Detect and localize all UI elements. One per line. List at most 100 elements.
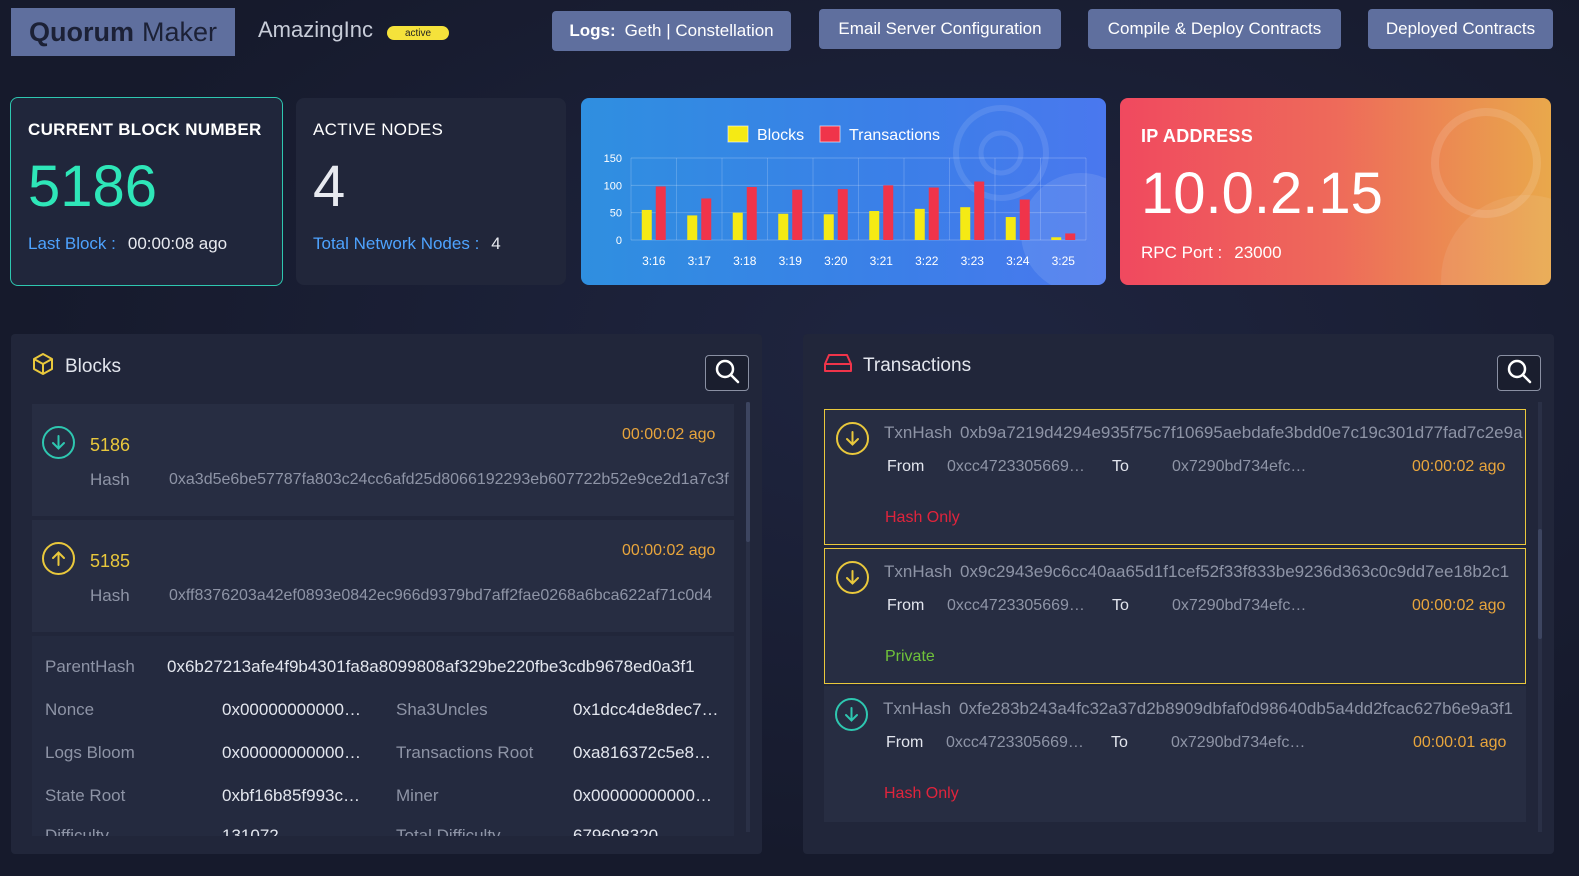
ip-address-value: 10.0.2.15 xyxy=(1141,161,1383,226)
transaction-list-item[interactable]: TxnHash 0x9c2943e9c6cc40aa65d1f1cef52f33f… xyxy=(824,548,1526,684)
from-address[interactable]: 0xcc4723305669a1b2 xyxy=(946,734,1086,752)
search-icon xyxy=(1506,358,1532,389)
legend-swatch-transactions xyxy=(819,125,841,143)
current-block-card: CURRENT BLOCK NUMBER 5186 Last Block : 00… xyxy=(10,97,283,286)
arrow-down-icon xyxy=(835,698,868,731)
to-address[interactable]: 0x7290bd734efc9d31 xyxy=(1171,734,1307,752)
block-hash-value: 0xa3d5e6be57787fa803c24cc6afd25d80661922… xyxy=(169,471,729,488)
deployed-contracts-button[interactable]: Deployed Contracts xyxy=(1368,9,1553,49)
txn-status: Hash Only xyxy=(884,785,959,802)
difficulty-label: Difficulty xyxy=(45,826,109,836)
nonce-label: Nonce xyxy=(45,700,95,719)
transactions-bar xyxy=(837,189,848,240)
email-config-button[interactable]: Email Server Configuration xyxy=(819,9,1061,49)
total-nodes-value: 4 xyxy=(491,234,501,253)
to-address[interactable]: 0x7290bd734efc9d31 xyxy=(1172,597,1308,615)
arrow-down-icon xyxy=(42,426,75,459)
total-nodes-line: Total Network Nodes : 4 xyxy=(313,234,501,254)
blocks-bar xyxy=(960,207,971,240)
blocks-bar xyxy=(914,208,925,240)
active-nodes-card: ACTIVE NODES 4 Total Network Nodes : 4 xyxy=(296,98,566,285)
arrow-down-icon xyxy=(836,422,869,455)
block-hash-label: Hash xyxy=(90,470,130,489)
transactions-bar xyxy=(1065,233,1076,240)
last-block-line: Last Block : 00:00:08 ago xyxy=(28,234,227,254)
nonce-value: 0x0000000000000000 xyxy=(222,700,364,719)
current-block-number: 5186 xyxy=(28,154,158,219)
txn-hash-line: TxnHash 0xfe283b243a4fc32a37d2b8909dbfaf0… xyxy=(883,699,1523,719)
transactions-panel-title: Transactions xyxy=(863,355,972,376)
from-address[interactable]: 0xcc4723305669a1b2 xyxy=(947,597,1087,615)
x-tick-label: 3:21 xyxy=(870,254,894,268)
transactions-panel-header: Transactions xyxy=(823,352,971,380)
txn-age: 00:00:01 ago xyxy=(1413,734,1507,751)
transaction-list-item[interactable]: TxnHash 0xb9a7219d4294e935f75c7f10695aebd… xyxy=(824,409,1526,545)
to-label: To xyxy=(1112,458,1129,475)
blocks-scrollbar-thumb[interactable] xyxy=(746,402,750,542)
x-tick-label: 3:20 xyxy=(824,254,848,268)
x-tick-label: 3:24 xyxy=(1006,254,1030,268)
txn-hash-label: TxnHash xyxy=(884,423,953,442)
to-label: To xyxy=(1111,734,1128,751)
blocks-panel-title: Blocks xyxy=(65,356,121,377)
txn-hash-label: TxnHash xyxy=(883,699,952,718)
rpc-port-label: RPC Port : xyxy=(1141,243,1223,262)
block-number[interactable]: 5185 xyxy=(90,551,130,572)
compile-deploy-button[interactable]: Compile & Deploy Contracts xyxy=(1088,9,1341,49)
transactions-bar xyxy=(655,186,666,240)
sha3-uncles-label: Sha3Uncles xyxy=(396,700,488,719)
to-label: To xyxy=(1112,597,1129,614)
transactions-root-value: 0xa816372c5e8b1f2a xyxy=(573,743,713,762)
blocks-bar xyxy=(1051,237,1062,240)
from-address[interactable]: 0xcc4723305669a1b2 xyxy=(947,458,1087,476)
blocks-panel: Blocks 5186 00:00:02 ago Hash 0xa3d5e6be… xyxy=(11,334,762,854)
x-tick-label: 3:19 xyxy=(779,254,803,268)
parent-hash-value: 0x6b27213afe4f9b4301fa8a8099808af329be22… xyxy=(167,657,695,676)
txn-hash-value[interactable]: 0xb9a7219d4294e935f75c7f10695aebdafe3bdd… xyxy=(960,423,1523,442)
blocks-bar xyxy=(732,212,743,240)
transactions-scrollbar-thumb[interactable] xyxy=(1538,529,1542,639)
sha3-uncles-value: 0x1dcc4de8dec75d7aab xyxy=(573,700,721,719)
txn-hash-value[interactable]: 0xfe283b243a4fc32a37d2b8909dbfaf0d98640d… xyxy=(959,699,1513,718)
miner-value: 0x0000000000000000 xyxy=(573,786,715,805)
y-tick-label: 100 xyxy=(604,180,622,192)
block-age: 00:00:02 ago xyxy=(622,426,716,443)
transactions-bar xyxy=(974,181,985,240)
txn-age: 00:00:02 ago xyxy=(1412,597,1506,614)
app-logo[interactable]: Quorum Maker xyxy=(11,8,235,56)
txn-hash-value[interactable]: 0x9c2943e9c6cc40aa65d1f1cef52f33f833be92… xyxy=(960,562,1509,581)
blocks-bar xyxy=(823,214,834,240)
x-tick-label: 3:25 xyxy=(1052,254,1076,268)
txn-hash-line: TxnHash 0x9c2943e9c6cc40aa65d1f1cef52f33f… xyxy=(884,562,1524,582)
blocks-search-button[interactable] xyxy=(705,355,749,391)
from-label: From xyxy=(886,734,924,751)
y-tick-label: 50 xyxy=(610,208,622,220)
block-details: ParentHash 0x6b27213afe4f9b4301fa8a80998… xyxy=(32,636,734,836)
transactions-bar xyxy=(883,185,894,240)
logs-bloom-value: 0x0000000000000000 xyxy=(222,743,364,762)
parent-hash-label: ParentHash xyxy=(45,657,135,676)
transactions-bar xyxy=(792,189,803,240)
to-address[interactable]: 0x7290bd734efc9d31 xyxy=(1172,458,1308,476)
status-badge: active xyxy=(387,26,449,40)
blocks-panel-header: Blocks xyxy=(31,352,121,382)
block-list-item[interactable]: 5185 00:00:02 ago Hash 0xff8376203a42ef0… xyxy=(32,520,734,632)
search-icon xyxy=(714,358,740,389)
logs-button[interactable]: Logs: Geth | Constellation xyxy=(552,11,791,51)
transaction-list-item[interactable]: TxnHash 0xfe283b243a4fc32a37d2b8909dbfaf0… xyxy=(824,686,1526,822)
x-tick-label: 3:18 xyxy=(733,254,757,268)
block-number[interactable]: 5186 xyxy=(90,435,130,456)
blocks-bar xyxy=(687,215,698,240)
txn-age: 00:00:02 ago xyxy=(1412,458,1506,475)
txn-status: Hash Only xyxy=(885,509,960,526)
block-hash-label: Hash xyxy=(90,586,130,605)
block-age: 00:00:02 ago xyxy=(622,542,716,559)
transactions-search-button[interactable] xyxy=(1497,355,1541,391)
ip-address-card: IP ADDRESS 10.0.2.15 RPC Port : 23000 xyxy=(1120,98,1551,285)
transactions-bar xyxy=(928,187,939,240)
rpc-port-value: 23000 xyxy=(1234,243,1282,262)
block-list-item[interactable]: 5186 00:00:02 ago Hash 0xa3d5e6be57787fa… xyxy=(32,404,734,516)
legend-swatch-blocks xyxy=(727,125,749,143)
company-name: AmazingInc xyxy=(258,17,373,42)
arrow-down-icon xyxy=(836,561,869,594)
